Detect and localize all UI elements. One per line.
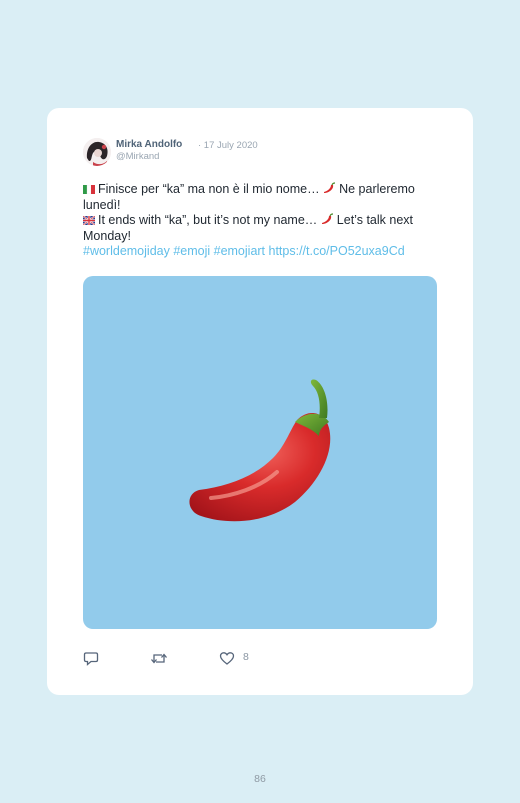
tweet-card: Mirka Andolfo · 17 July 2020 @Mirkand Fi…: [47, 108, 473, 695]
hot-pepper-icon: [324, 182, 336, 193]
tweet-line-italian: Finisce per “ka” ma non è il mio nome… N…: [83, 182, 443, 213]
page-number: 86: [254, 773, 266, 785]
tweet-line-english: It ends with “ka”, but it’s not my name……: [83, 213, 443, 244]
author-handle[interactable]: @Mirkand: [116, 151, 159, 162]
hot-pepper-emoji-icon: [189, 379, 331, 522]
hashtags-link[interactable]: #worldemojiday #emoji #emojiart https://…: [83, 244, 443, 260]
italy-flag-icon: [83, 185, 95, 194]
retweet-icon[interactable]: [150, 651, 168, 666]
heart-icon[interactable]: [219, 651, 235, 666]
tweet-actions: 8: [83, 651, 283, 669]
uk-flag-icon: [83, 216, 95, 225]
author-name[interactable]: Mirka Andolfo: [116, 139, 182, 150]
hot-pepper-icon: [321, 213, 333, 224]
tweet-image[interactable]: [83, 276, 437, 629]
italian-text-a: Finisce per “ka” ma non è il mio nome…: [98, 182, 320, 196]
avatar[interactable]: [83, 138, 111, 166]
tweet-date[interactable]: · 17 July 2020: [198, 140, 258, 151]
english-text-a: It ends with “ka”, but it’s not my name…: [98, 213, 318, 227]
tweet-text: Finisce per “ka” ma non è il mio nome… N…: [83, 182, 443, 260]
like-count: 8: [243, 651, 249, 663]
avatar-image: [83, 138, 111, 166]
reply-icon[interactable]: [83, 651, 99, 666]
